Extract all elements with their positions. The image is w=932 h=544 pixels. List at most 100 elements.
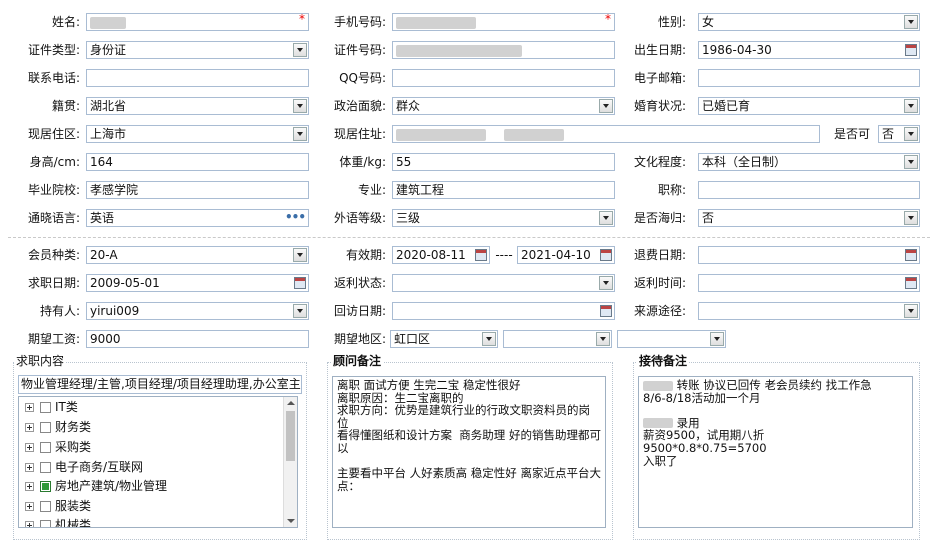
job-content-title: 求职内容: [14, 354, 67, 368]
address-label: 现居住址:: [333, 127, 386, 141]
id-type-select[interactable]: 身份证: [86, 41, 309, 59]
tree-scrollbar[interactable]: [283, 397, 297, 527]
weight-field[interactable]: 55: [392, 153, 615, 171]
tree-item-label: 房地产建筑/物业管理: [55, 479, 168, 493]
political-select[interactable]: 群众: [392, 97, 615, 115]
calendar-icon[interactable]: [905, 277, 917, 289]
address-field[interactable]: [392, 125, 820, 143]
plus-expand-icon[interactable]: [25, 521, 34, 527]
job-content-field[interactable]: 物业管理经理/主管,项目经理/项目经理助理,办公室主: [18, 375, 302, 394]
salary-field[interactable]: 9000: [86, 330, 309, 348]
checkbox-icon[interactable]: [40, 462, 51, 473]
id-number-field[interactable]: [392, 41, 615, 59]
birthday-field[interactable]: 1986-04-30: [698, 41, 920, 59]
gender-select[interactable]: 女: [698, 13, 920, 31]
plus-expand-icon[interactable]: [25, 403, 34, 412]
education-select[interactable]: 本科（全日制）: [698, 153, 920, 171]
phone-field[interactable]: *: [392, 13, 615, 31]
salary-label: 期望工资:: [27, 332, 80, 346]
holder-label: 持有人:: [39, 304, 80, 318]
tree-item-apparel[interactable]: 服装类: [25, 497, 91, 516]
chevron-down-icon[interactable]: [904, 15, 918, 29]
height-label: 身高/cm:: [29, 155, 80, 169]
chevron-down-icon[interactable]: [904, 304, 918, 318]
plus-expand-icon[interactable]: [25, 502, 34, 511]
language-field[interactable]: 英语 •••: [86, 209, 309, 227]
area-street-select[interactable]: [503, 330, 612, 348]
tree-item-label: IT类: [55, 400, 78, 414]
name-field[interactable]: *: [86, 13, 309, 31]
tree-item-realestate[interactable]: 房地产建筑/物业管理: [25, 477, 167, 496]
checkbox-icon[interactable]: [40, 422, 51, 433]
scroll-up-icon[interactable]: [287, 401, 295, 405]
foreign-level-select[interactable]: 三级: [392, 209, 615, 227]
tree-item-purchase[interactable]: 采购类: [25, 438, 91, 457]
is-value: 否: [882, 127, 895, 141]
chevron-down-icon[interactable]: [904, 155, 918, 169]
scroll-down-icon[interactable]: [287, 519, 295, 523]
school-field[interactable]: 孝感学院: [86, 181, 309, 199]
plus-expand-icon[interactable]: [25, 423, 34, 432]
job-category-tree[interactable]: IT类 财务类 采购类 电子商务/互联网 房地产建筑/物业管理 服装类 机械类: [18, 396, 298, 528]
chevron-down-icon[interactable]: [596, 332, 610, 346]
valid-from-field[interactable]: 2020-08-11: [392, 246, 490, 264]
contact-phone-field[interactable]: [86, 69, 309, 87]
rebate-time-field[interactable]: [698, 274, 920, 292]
visit-date-field[interactable]: [392, 302, 615, 320]
valid-label: 有效期:: [345, 248, 386, 262]
foreign-level-label: 外语等级:: [333, 211, 386, 225]
native-place-select[interactable]: 湖北省: [86, 97, 309, 115]
checkbox-icon[interactable]: [40, 501, 51, 512]
consultant-notes-textarea[interactable]: 离职 面试方便 生完二宝 稳定性很好 离职原因：生二宝离职的 求职方向：优势是建…: [332, 376, 606, 528]
calendar-icon[interactable]: [475, 249, 487, 261]
calendar-icon[interactable]: [905, 249, 917, 261]
tree-item-ecommerce[interactable]: 电子商务/互联网: [25, 458, 143, 477]
job-date-label: 求职日期:: [27, 276, 80, 290]
email-field[interactable]: [698, 69, 920, 87]
checkbox-icon[interactable]: [40, 520, 51, 527]
checkbox-icon[interactable]: [40, 481, 51, 492]
reception-line-6: 入职了: [643, 453, 678, 468]
member-type-select[interactable]: 20-A: [86, 246, 309, 264]
residence-area-select[interactable]: 上海市: [86, 125, 309, 143]
tree-item-finance[interactable]: 财务类: [25, 418, 91, 437]
returnee-select[interactable]: 否: [698, 209, 920, 227]
chevron-down-icon[interactable]: [904, 99, 918, 113]
major-field[interactable]: 建筑工程: [392, 181, 615, 199]
education-value: 本科（全日制）: [702, 155, 787, 169]
chevron-down-icon[interactable]: [710, 332, 724, 346]
plus-expand-icon[interactable]: [25, 443, 34, 452]
marital-select[interactable]: 已婚已育: [698, 97, 920, 115]
height-field[interactable]: 164: [86, 153, 309, 171]
residence-area-label: 现居住区:: [27, 127, 80, 141]
tree-item-machinery[interactable]: 机械类: [25, 516, 91, 527]
redacted-phone: [396, 16, 476, 29]
chevron-down-icon[interactable]: [904, 211, 918, 225]
checkbox-icon[interactable]: [40, 402, 51, 413]
name-label: 姓名:: [51, 15, 80, 29]
checkbox-icon[interactable]: [40, 442, 51, 453]
reception-notes-textarea[interactable]: 转账 协议已回传 老会员续约 找工作急 8/6-8/18活动加一个月 录用 薪资…: [638, 376, 913, 528]
is-select[interactable]: 否: [878, 125, 920, 143]
scroll-thumb[interactable]: [286, 411, 295, 461]
consultant-notes-title: 顾问备注: [331, 354, 384, 368]
chevron-down-icon[interactable]: [904, 127, 918, 141]
title-field[interactable]: [698, 181, 920, 199]
plus-expand-icon[interactable]: [25, 463, 34, 472]
job-date-field[interactable]: 2009-05-01: [86, 274, 309, 292]
calendar-icon[interactable]: [905, 44, 917, 56]
chevron-down-icon[interactable]: [482, 332, 496, 346]
id-type-label: 证件类型:: [27, 43, 80, 57]
area-sub-select[interactable]: [617, 330, 726, 348]
member-type-value: 20-A: [90, 248, 118, 262]
plus-expand-icon[interactable]: [25, 482, 34, 491]
rebate-status-select[interactable]: [392, 274, 615, 292]
holder-select[interactable]: yirui009: [86, 302, 309, 320]
qq-field[interactable]: [392, 69, 615, 87]
area-district-select[interactable]: 虹口区: [390, 330, 498, 348]
email-label: 电子邮箱:: [633, 71, 686, 85]
source-select[interactable]: [698, 302, 920, 320]
tree-item-it[interactable]: IT类: [25, 398, 78, 417]
refund-date-field[interactable]: [698, 246, 920, 264]
member-type-label: 会员种类:: [27, 248, 80, 262]
